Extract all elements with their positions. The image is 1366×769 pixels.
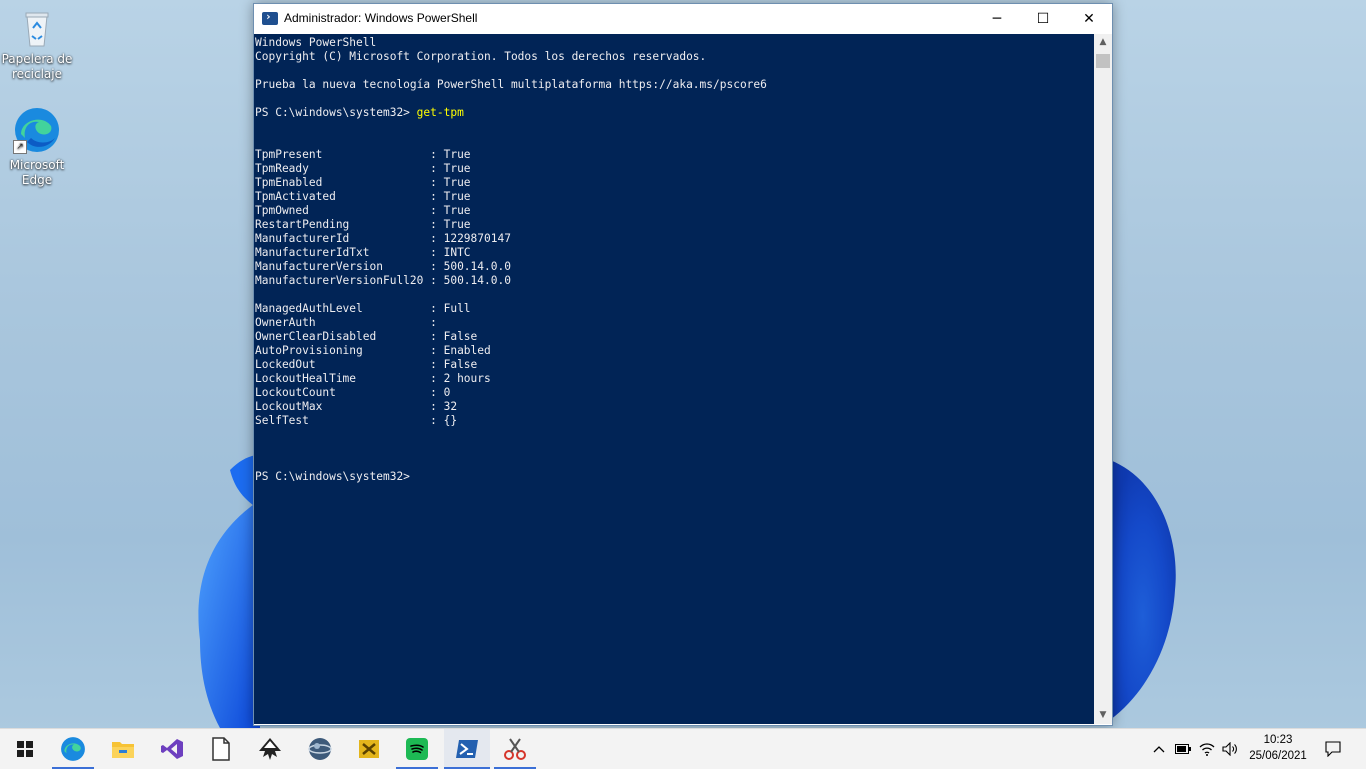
command-text: get-tpm bbox=[416, 106, 464, 119]
taskbar-tools-app[interactable] bbox=[346, 729, 392, 769]
sphere-icon bbox=[308, 738, 332, 760]
scroll-up-icon[interactable]: ▲ bbox=[1094, 34, 1112, 51]
taskbar-sphere-app[interactable] bbox=[297, 729, 343, 769]
folder-icon bbox=[112, 742, 134, 758]
start-button[interactable] bbox=[2, 729, 48, 769]
window-titlebar[interactable]: › Administrador: Windows PowerShell ─ ☐ … bbox=[254, 4, 1112, 34]
windows-logo-icon bbox=[17, 741, 33, 757]
tpm-properties: TpmPresent : True TpmReady : True TpmEna… bbox=[255, 148, 511, 427]
console-header: Windows PowerShell Copyright (C) Microso… bbox=[255, 36, 767, 91]
taskbar-spotify[interactable] bbox=[396, 729, 438, 769]
vertical-scrollbar[interactable]: ▲ ▼ bbox=[1094, 34, 1112, 724]
powershell-icon: › bbox=[262, 10, 278, 25]
visual-studio-icon bbox=[161, 739, 183, 759]
spotify-icon bbox=[406, 738, 428, 760]
edge-icon bbox=[61, 737, 85, 761]
battery-icon[interactable] bbox=[1172, 729, 1194, 769]
close-button[interactable]: ✕ bbox=[1066, 4, 1112, 34]
taskbar: 10:23 25/06/2021 bbox=[0, 728, 1366, 769]
console-text: Windows PowerShell Copyright (C) Microso… bbox=[254, 34, 1094, 484]
console-area[interactable]: Windows PowerShell Copyright (C) Microso… bbox=[254, 34, 1094, 724]
maximize-button[interactable]: ☐ bbox=[1020, 4, 1066, 34]
tools-icon bbox=[359, 740, 379, 758]
taskbar-edge[interactable] bbox=[52, 729, 94, 769]
taskbar-snipping-tool[interactable] bbox=[494, 729, 536, 769]
desktop-icon-recycle-bin[interactable]: Papelera de reciclaje bbox=[0, 8, 74, 82]
inkscape-icon bbox=[259, 738, 281, 760]
taskbar-powershell[interactable] bbox=[444, 729, 490, 769]
powershell-icon bbox=[456, 740, 478, 758]
powershell-window[interactable]: › Administrador: Windows PowerShell ─ ☐ … bbox=[253, 3, 1113, 726]
taskbar-visual-studio[interactable] bbox=[149, 729, 195, 769]
edge-icon: ↗ bbox=[13, 106, 61, 154]
minimize-button[interactable]: ─ bbox=[974, 4, 1020, 34]
notifications-button[interactable] bbox=[1320, 729, 1346, 769]
taskbar-file-explorer[interactable] bbox=[100, 729, 146, 769]
scroll-down-icon[interactable]: ▼ bbox=[1094, 707, 1112, 724]
wifi-icon[interactable] bbox=[1196, 729, 1218, 769]
desktop-icon-edge[interactable]: ↗ Microsoft Edge bbox=[0, 106, 74, 188]
document-icon bbox=[212, 737, 230, 761]
tray-chevron-icon[interactable] bbox=[1150, 729, 1168, 769]
clock-date: 25/06/2021 bbox=[1249, 750, 1307, 762]
scissors-icon bbox=[504, 738, 526, 760]
close-icon: ✕ bbox=[1083, 11, 1095, 27]
desktop-icon-label: Microsoft Edge bbox=[9, 158, 65, 187]
desktop-icon-label: Papelera de reciclaje bbox=[1, 52, 73, 81]
prompt-text: PS C:\windows\system32> bbox=[255, 106, 417, 119]
maximize-icon: ☐ bbox=[1036, 11, 1050, 27]
taskbar-inkscape[interactable] bbox=[247, 729, 293, 769]
minimize-icon: ─ bbox=[992, 11, 1002, 27]
taskbar-notepad[interactable] bbox=[198, 729, 244, 769]
recycle-bin-icon bbox=[17, 8, 57, 48]
taskbar-clock[interactable]: 10:23 25/06/2021 bbox=[1240, 732, 1316, 764]
clock-time: 10:23 bbox=[1263, 734, 1293, 746]
window-title: Administrador: Windows PowerShell bbox=[284, 11, 478, 25]
volume-icon[interactable] bbox=[1219, 729, 1241, 769]
notification-icon bbox=[1325, 741, 1341, 757]
final-prompt: PS C:\windows\system32> bbox=[255, 470, 410, 483]
scrollbar-thumb[interactable] bbox=[1096, 54, 1110, 68]
